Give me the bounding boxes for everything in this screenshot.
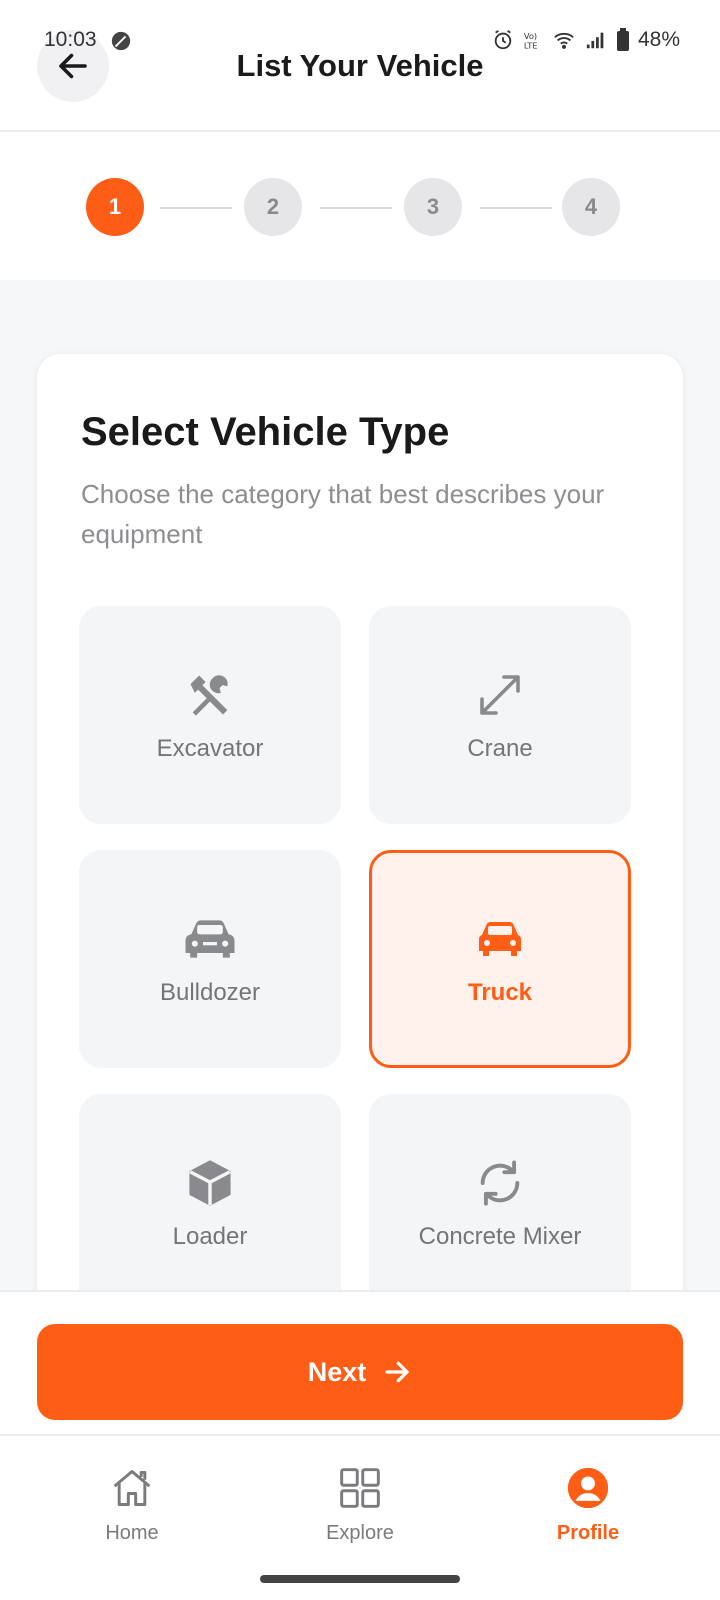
leaf-icon — [111, 31, 131, 51]
step-1: 1 — [86, 178, 144, 236]
vehicle-tile-label: Concrete Mixer — [418, 1223, 582, 1250]
step-connector — [320, 207, 392, 209]
arrow-right-icon — [385, 1361, 409, 1383]
nav-label: Explore — [326, 1522, 394, 1544]
vehicle-tile-loader[interactable]: Loader — [79, 1094, 341, 1290]
volte-icon: Vo)LTE — [524, 31, 538, 50]
car-icon — [479, 922, 521, 956]
next-button[interactable]: Next — [37, 1324, 683, 1420]
vehicle-tile-label: Crane — [467, 735, 533, 762]
vehicle-tile-concrete-mixer[interactable]: Concrete Mixer — [369, 1094, 631, 1290]
battery-icon — [616, 28, 629, 51]
status-icons: Vo) LTE 48% — [492, 28, 680, 52]
vehicle-tile-label: Loader — [172, 1223, 248, 1250]
nav-home[interactable]: Home — [52, 1466, 212, 1545]
svg-text:LTE: LTE — [524, 40, 538, 50]
signal-icon — [586, 32, 604, 49]
content-area[interactable]: Select Vehicle Type Choose the category … — [0, 280, 720, 1290]
step-connector — [160, 207, 232, 209]
nav-label: Home — [105, 1522, 159, 1544]
cube-icon — [189, 1160, 231, 1206]
nav-explore[interactable]: Explore — [280, 1466, 440, 1545]
vehicle-tile-bulldozer[interactable]: Bulldozer — [79, 850, 341, 1068]
user-circle-icon — [567, 1467, 609, 1509]
card-subtitle: Choose the category that best describes … — [81, 479, 605, 549]
vehicle-type-card: Select Vehicle Type Choose the category … — [37, 354, 683, 1290]
gesture-home-bar[interactable] — [260, 1575, 460, 1583]
step-3: 3 — [404, 178, 462, 236]
vehicle-tile-crane[interactable]: Crane — [369, 606, 631, 824]
expand-arrows-icon — [480, 675, 520, 715]
grid-icon — [340, 1468, 380, 1508]
vehicle-tile-label: Excavator — [156, 735, 264, 762]
tools-icon — [190, 675, 228, 716]
car-icon — [185, 920, 235, 958]
next-button-label: Next — [307, 1356, 367, 1387]
refresh-icon — [480, 1160, 520, 1206]
footer-bar: Next — [0, 1290, 720, 1436]
vehicle-tile-label: Bulldozer — [159, 979, 261, 1006]
vehicle-tile-label: Truck — [467, 979, 533, 1006]
status-time: 10:03 — [44, 28, 97, 51]
nav-label: Profile — [556, 1522, 620, 1544]
vehicle-tile-excavator[interactable]: Excavator — [79, 606, 341, 824]
vehicle-tile-truck[interactable]: Truck — [369, 850, 631, 1068]
wifi-icon — [554, 32, 574, 49]
step-2: 2 — [244, 178, 302, 236]
nav-profile[interactable]: Profile — [508, 1466, 668, 1545]
card-title: Select Vehicle Type — [81, 410, 450, 454]
home-icon — [113, 1470, 151, 1506]
battery-percent: 48% — [637, 28, 680, 51]
bottom-navigation: Home Explore Profile — [0, 1436, 720, 1600]
progress-stepper: 1 2 3 4 — [0, 132, 720, 280]
step-connector — [480, 207, 552, 209]
status-bar: 10:03 Vo) LTE 48% — [0, 0, 720, 60]
alarm-icon — [494, 30, 512, 50]
step-4: 4 — [562, 178, 620, 236]
